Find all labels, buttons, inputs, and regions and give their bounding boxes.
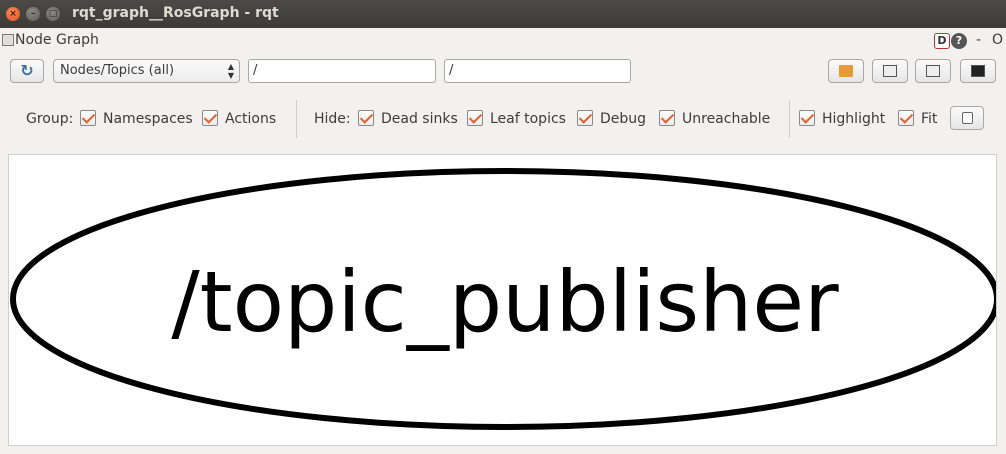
actions-checkbox[interactable] bbox=[202, 110, 218, 126]
save-dot-icon bbox=[883, 65, 897, 77]
window-minimize-button[interactable]: – bbox=[26, 7, 40, 21]
fit-checkbox[interactable] bbox=[898, 110, 914, 126]
leaf-topics-label[interactable]: Leaf topics bbox=[490, 111, 566, 127]
separator bbox=[789, 100, 790, 138]
graph-svg: /topic_publisher bbox=[10, 168, 996, 430]
namespace-filter-input[interactable]: / bbox=[248, 59, 436, 83]
fit-in-view-button[interactable] bbox=[950, 106, 984, 130]
unreachable-label[interactable]: Unreachable bbox=[682, 111, 770, 127]
graph-type-select[interactable]: Nodes/Topics (all) ▲ ▼ bbox=[53, 59, 240, 83]
graph-options: Group: Namespaces Actions Hide: Dead sin… bbox=[0, 98, 1006, 142]
highlight-label[interactable]: Highlight bbox=[822, 111, 885, 127]
window-close-button[interactable]: × bbox=[6, 7, 20, 21]
window-maximize-button[interactable]: □ bbox=[46, 7, 60, 21]
graph-toolbar: ↻ Nodes/Topics (all) ▲ ▼ / / bbox=[0, 56, 1006, 86]
debug-checkbox[interactable] bbox=[577, 110, 593, 126]
plugin-header: Node Graph D ? - O bbox=[0, 30, 1006, 52]
namespaces-label[interactable]: Namespaces bbox=[103, 111, 193, 127]
graph-type-value: Nodes/Topics (all) bbox=[60, 63, 175, 78]
help-button[interactable]: ? bbox=[951, 33, 967, 49]
graph-node-label: /topic_publisher bbox=[171, 253, 839, 351]
folder-icon bbox=[839, 65, 853, 77]
load-dot-button[interactable] bbox=[828, 59, 864, 83]
fit-view-icon bbox=[962, 112, 973, 124]
combo-arrows-icon: ▲ ▼ bbox=[227, 62, 234, 80]
minimize-icon: – bbox=[30, 9, 36, 19]
graph-canvas[interactable]: /topic_publisher bbox=[8, 154, 997, 446]
dead-sinks-checkbox[interactable] bbox=[358, 110, 374, 126]
close-plugin-button[interactable]: O bbox=[992, 32, 1003, 48]
separator bbox=[296, 100, 297, 138]
window-titlebar: × – □ rqt_graph__RosGraph - rqt bbox=[0, 0, 1006, 28]
namespaces-checkbox[interactable] bbox=[80, 110, 96, 126]
unreachable-checkbox[interactable] bbox=[659, 110, 675, 126]
save-dot-button[interactable] bbox=[872, 59, 908, 83]
dead-sinks-label[interactable]: Dead sinks bbox=[381, 111, 458, 127]
debug-label[interactable]: Debug bbox=[600, 111, 646, 127]
save-image-button[interactable] bbox=[960, 59, 996, 83]
actions-label[interactable]: Actions bbox=[225, 111, 276, 127]
refresh-button[interactable]: ↻ bbox=[10, 59, 44, 83]
maximize-icon: □ bbox=[48, 9, 58, 19]
fit-label[interactable]: Fit bbox=[921, 111, 937, 127]
plugin-title: Node Graph bbox=[15, 32, 99, 48]
topic-filter-input[interactable]: / bbox=[444, 59, 631, 83]
hide-label: Hide: bbox=[314, 111, 351, 127]
refresh-icon: ↻ bbox=[20, 61, 34, 80]
window-title: rqt_graph__RosGraph - rqt bbox=[72, 5, 279, 21]
leaf-topics-checkbox[interactable] bbox=[467, 110, 483, 126]
minimize-plugin-button[interactable]: - bbox=[976, 32, 981, 48]
save-image-icon bbox=[971, 65, 985, 77]
close-icon: × bbox=[9, 9, 17, 19]
dock-toggle-button[interactable]: D bbox=[934, 33, 950, 49]
save-svg-icon bbox=[926, 65, 940, 77]
save-svg-button[interactable] bbox=[915, 59, 951, 83]
plugin-icon bbox=[2, 34, 14, 46]
group-label: Group: bbox=[26, 111, 74, 127]
highlight-checkbox[interactable] bbox=[799, 110, 815, 126]
